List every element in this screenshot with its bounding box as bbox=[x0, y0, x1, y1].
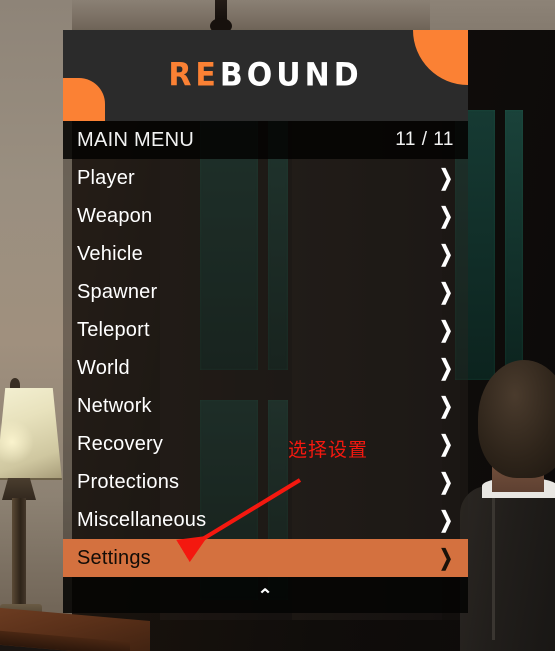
game-screen: REBOUND MAIN MENU 11 / 11 Player ❯ Weapon ❯… bbox=[0, 0, 555, 651]
page-title: MAIN MENU bbox=[77, 128, 195, 151]
door-glass-panel bbox=[505, 110, 523, 380]
menu-item-label: Network bbox=[77, 394, 152, 417]
chevron-right-icon: ❯ bbox=[439, 203, 453, 229]
menu-header: REBOUND bbox=[63, 30, 468, 121]
menu-item-label: Vehicle bbox=[77, 242, 143, 265]
menu-item-recovery[interactable]: Recovery ❯ bbox=[63, 425, 468, 463]
character-head bbox=[478, 360, 555, 478]
chevron-right-icon: ❯ bbox=[439, 165, 453, 191]
corner-decoration-bottom-left bbox=[63, 78, 105, 121]
corner-decoration-top-right bbox=[413, 30, 468, 85]
menu-item-list: Player ❯ Weapon ❯ Vehicle ❯ Spawner ❯ Teleport ❯ W… bbox=[63, 159, 468, 577]
menu-item-label: Spawner bbox=[77, 280, 158, 303]
menu-item-label: Recovery bbox=[77, 432, 164, 455]
chevron-right-icon: ❯ bbox=[439, 279, 453, 305]
mod-menu-panel: REBOUND MAIN MENU 11 / 11 Player ❯ Weapon ❯… bbox=[63, 30, 468, 613]
annotation-text: 选择设置 bbox=[288, 439, 369, 461]
menu-item-label: Player bbox=[77, 166, 135, 189]
item-count-badge: 11 / 11 bbox=[395, 129, 454, 150]
logo-suffix: BOUND bbox=[219, 56, 363, 95]
menu-item-world[interactable]: World ❯ bbox=[63, 349, 468, 387]
chevron-right-icon: ❯ bbox=[439, 469, 453, 495]
menu-item-vehicle[interactable]: Vehicle ❯ bbox=[63, 235, 468, 273]
chevron-right-icon: ❯ bbox=[439, 507, 453, 533]
menu-item-weapon[interactable]: Weapon ❯ bbox=[63, 197, 468, 235]
menu-item-network[interactable]: Network ❯ bbox=[63, 387, 468, 425]
chevron-right-icon: ❯ bbox=[439, 317, 453, 343]
menu-title-bar: MAIN MENU 11 / 11 bbox=[63, 121, 468, 159]
menu-item-label: Teleport bbox=[77, 318, 150, 341]
menu-item-protections[interactable]: Protections ❯ bbox=[63, 463, 468, 501]
app-logo: REBOUND bbox=[168, 57, 362, 94]
chevron-right-icon: ❯ bbox=[439, 355, 453, 381]
menu-item-player[interactable]: Player ❯ bbox=[63, 159, 468, 197]
menu-item-spawner[interactable]: Spawner ❯ bbox=[63, 273, 468, 311]
chevron-right-icon: ❯ bbox=[439, 241, 453, 267]
chevron-right-icon: ❯ bbox=[439, 545, 453, 571]
menu-item-label: Protections bbox=[77, 470, 180, 493]
menu-item-label: Miscellaneous bbox=[77, 508, 207, 531]
menu-item-teleport[interactable]: Teleport ❯ bbox=[63, 311, 468, 349]
menu-item-settings[interactable]: Settings ❯ bbox=[63, 539, 468, 577]
logo-prefix: RE bbox=[168, 56, 220, 95]
character-suit-lapel bbox=[492, 490, 495, 640]
menu-item-label: Settings bbox=[77, 546, 151, 569]
chevron-up-icon[interactable]: ⌃ bbox=[258, 587, 274, 604]
menu-item-label: World bbox=[77, 356, 130, 379]
chevron-right-icon: ❯ bbox=[439, 393, 453, 419]
chevron-right-icon: ❯ bbox=[439, 431, 453, 457]
menu-item-miscellaneous[interactable]: Miscellaneous ❯ bbox=[63, 501, 468, 539]
character-body bbox=[460, 486, 555, 651]
left-wall bbox=[0, 0, 72, 620]
menu-footer[interactable]: ⌃ bbox=[63, 577, 468, 613]
menu-item-label: Weapon bbox=[77, 204, 153, 227]
lamp-glow bbox=[0, 420, 34, 464]
lamp-stem bbox=[12, 498, 26, 610]
